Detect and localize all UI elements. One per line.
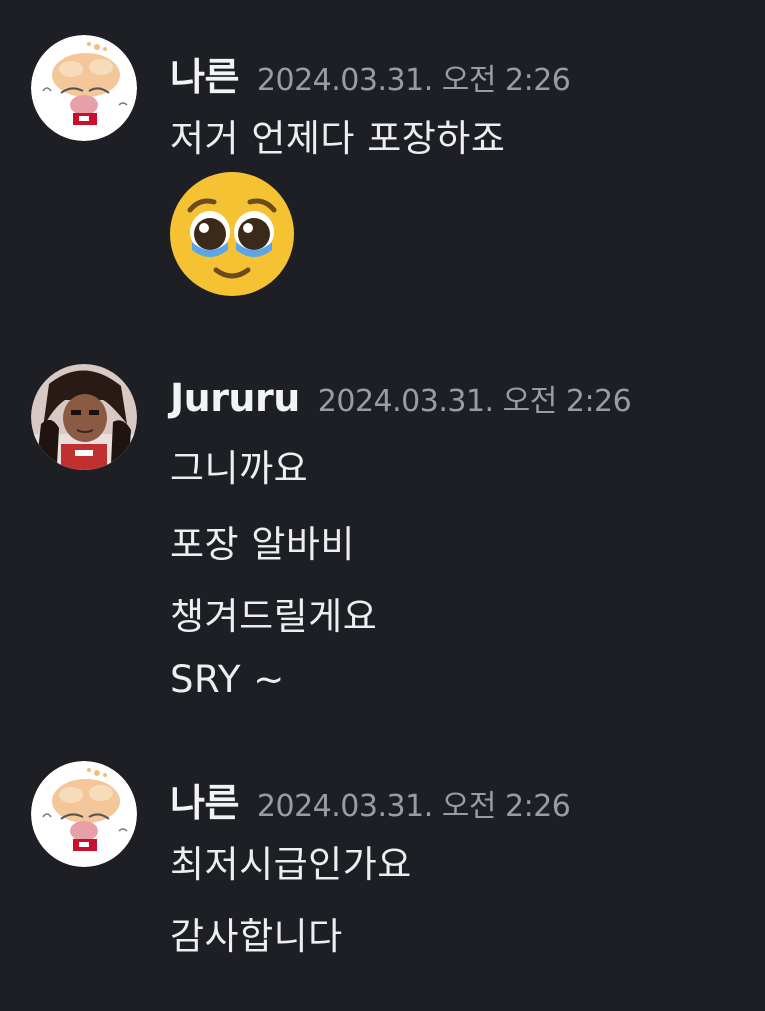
message-timestamp: 2024.03.31. 오전 2:26 [256, 63, 571, 98]
message-text: 챙겨드릴게요 [170, 595, 378, 638]
message-text: 포장 알바비 [170, 523, 355, 566]
pleading-face-emoji-icon [170, 172, 294, 296]
message-text: 감사합니다 [170, 915, 343, 958]
chat-message-list: 나른 2024.03.31. 오전 2:26 저거 언제다 포장하죠 Jurur… [0, 0, 765, 1011]
user-avatar[interactable] [31, 35, 137, 141]
message-text: 최저시급인가요 [170, 843, 412, 886]
message-header: 나른 2024.03.31. 오전 2:26 [170, 46, 571, 101]
message-text: SRY ~ [170, 658, 285, 701]
dark-haired-character-avatar-icon [31, 364, 137, 470]
message-timestamp: 2024.03.31. 오전 2:26 [317, 384, 632, 419]
author-name[interactable]: Jururu [170, 376, 300, 420]
message-timestamp: 2024.03.31. 오전 2:26 [256, 789, 571, 824]
message-header: Jururu 2024.03.31. 오전 2:26 [170, 376, 632, 420]
sketch-character-avatar-icon [31, 35, 137, 141]
user-avatar[interactable] [31, 364, 137, 470]
message-text: 그니까요 [170, 447, 309, 490]
user-avatar[interactable] [31, 761, 137, 867]
emoji-pleading-face [168, 170, 296, 298]
message-text: 저거 언제다 포장하죠 [170, 117, 506, 160]
message-header: 나른 2024.03.31. 오전 2:26 [170, 772, 571, 827]
sketch-character-avatar-icon [31, 761, 137, 867]
author-name[interactable]: 나른 [170, 781, 239, 825]
author-name[interactable]: 나른 [170, 55, 239, 99]
